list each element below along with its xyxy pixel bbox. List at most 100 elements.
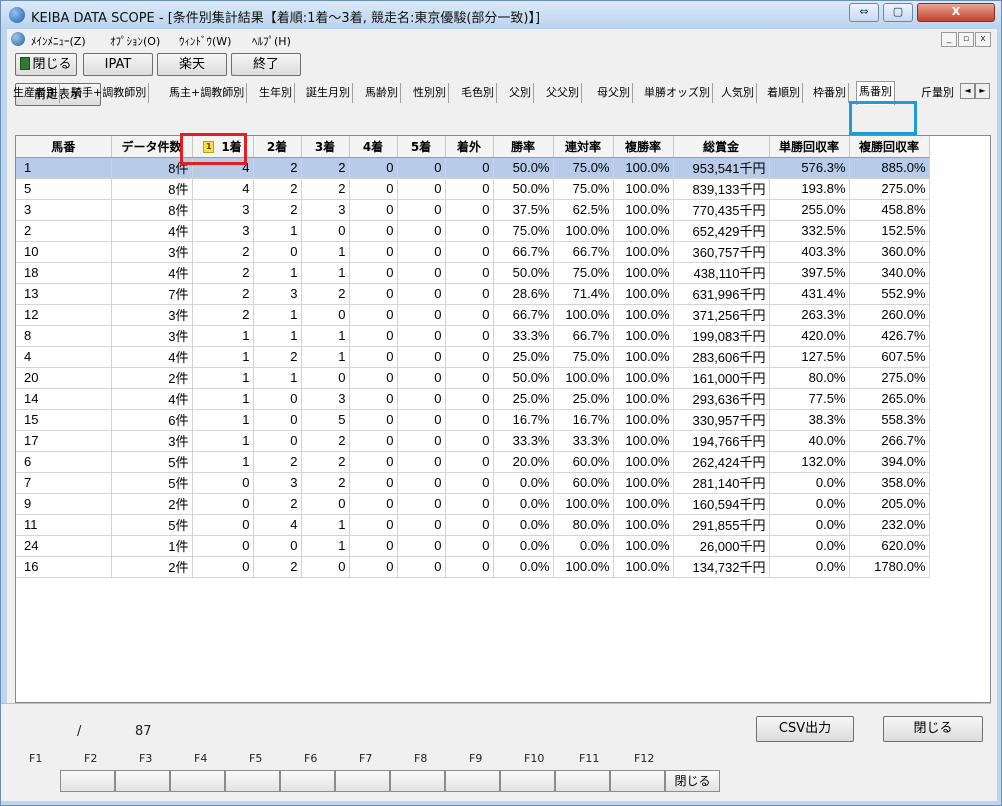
tab-dam-sire[interactable]: 母父別 [595,83,633,103]
table-cell: 3 [253,283,302,305]
col-win-rate[interactable]: 勝率 [493,136,554,158]
col-total-prize[interactable]: 総賞金 [673,136,770,158]
table-cell: 6 [16,451,112,473]
table-cell: 0 [445,556,494,578]
fkey-button[interactable] [60,770,115,792]
table-cell: 20 [16,367,112,389]
tab-coat-color[interactable]: 毛色別 [459,83,497,103]
table-cell: 0 [349,514,398,536]
tab-horse-number[interactable]: 馬番別 [856,81,895,105]
menu-options[interactable]: ｵﾌﾟｼｮﾝ(O) [110,33,160,49]
tab-finish[interactable]: 着順別 [765,83,803,103]
tab-popularity[interactable]: 人気別 [719,83,757,103]
menu-window[interactable]: ｳｨﾝﾄﾞｳ(W) [179,33,231,49]
mdi-restore-button[interactable]: ▫ [958,32,974,47]
tab-sex[interactable]: 性別別 [411,83,449,103]
table-row[interactable]: 4 4件 1 2 1 0 0 0 25.0% 75.0% 100.0% 283,606千円 127.5%… [16,346,930,368]
table-row[interactable]: 16 2件 0 2 0 0 0 0 0.0% 100.0% 100.0% 134,732千円 0.0% 1… [16,556,930,578]
fkey-button[interactable] [555,770,610,792]
tab-jockey-trainer[interactable]: 騎手+調教師別 [69,83,150,103]
fkey-button[interactable] [445,770,500,792]
menu-main[interactable]: ﾒｲﾝﾒﾆｭｰ(Z) [31,33,86,49]
tab-birth-year[interactable]: 生年別 [257,83,295,103]
fkey-button[interactable] [610,770,665,792]
fkey-button[interactable] [280,770,335,792]
mdi-close-button[interactable]: x [975,32,991,47]
fkey-button[interactable] [170,770,225,792]
table-row[interactable]: 6 5件 1 2 2 0 0 0 20.0% 60.0% 100.0% 262,424千円 132.0%… [16,451,930,473]
table-row[interactable]: 14 4件 1 0 3 0 0 0 25.0% 25.0% 100.0% 293,636千円 77.5%… [16,388,930,410]
table-cell: 2 [301,472,350,494]
table-cell: 0 [349,388,398,410]
tab-scroll-left-icon[interactable]: ◄ [960,83,975,99]
status-count: 87 [135,724,152,739]
table-row[interactable]: 8 3件 1 1 1 0 0 0 33.3% 66.7% 100.0% 199,083千円 420.0%… [16,325,930,347]
table-row[interactable]: 15 6件 1 0 5 0 0 0 16.7% 16.7% 100.0% 330,957千円 38.3%… [16,409,930,431]
table-row[interactable]: 9 2件 0 2 0 0 0 0 0.0% 100.0% 100.0% 160,594千円 0.0% 20… [16,493,930,515]
col-5th[interactable]: 5着 [397,136,446,158]
tab-age[interactable]: 馬齢別 [363,83,401,103]
table-cell: 2 [301,430,350,452]
table-row[interactable]: 2 4件 3 1 0 0 0 0 75.0% 100.0% 100.0% 652,429千円 332.5… [16,220,930,242]
tab-breeder[interactable]: 生産者別 [11,83,60,103]
fkey-button[interactable] [225,770,280,792]
col-data-count[interactable]: データ件数 [111,136,193,158]
close-window-button[interactable]: X [917,3,995,22]
col-3rd[interactable]: 3着 [301,136,350,158]
tab-sire-sire[interactable]: 父父別 [544,83,582,103]
table-cell: 0.0% [769,556,850,578]
tab-sire[interactable]: 父別 [507,83,534,103]
fkey-button[interactable] [390,770,445,792]
csv-export-button[interactable]: CSV出力 [756,716,854,742]
fkey-button[interactable] [500,770,555,792]
table-row[interactable]: 12 3件 2 1 0 0 0 0 66.7% 100.0% 100.0% 371,256千円 263.… [16,304,930,326]
tab-scroll-right-icon[interactable]: ► [975,83,990,99]
menu-help[interactable]: ﾍﾙﾌﾟ(H) [252,33,291,49]
maximize-button[interactable]: ▢ [883,3,913,22]
table-row[interactable]: 18 4件 2 1 1 0 0 0 50.0% 75.0% 100.0% 438,110千円 397.5… [16,262,930,284]
exit-button[interactable]: 終了 [231,53,301,76]
table-row[interactable]: 3 8件 3 2 3 0 0 0 37.5% 62.5% 100.0% 770,435千円 255.0%… [16,199,930,221]
table-cell: 5件 [111,451,193,473]
title-bar[interactable]: KEIBA DATA SCOPE - [条件別集計結果【着順:1着～3着, 競走… [1,1,1001,29]
table-row[interactable]: 24 1件 0 0 1 0 0 0 0.0% 0.0% 100.0% 26,000千円 0.0% 620.… [16,535,930,557]
fkey-button[interactable] [115,770,170,792]
col-4th[interactable]: 4着 [349,136,398,158]
sort-order-icon: 1 [203,141,215,154]
close-button[interactable]: 閉じる [883,716,983,742]
results-grid[interactable]: 馬番 データ件数 1 1着 2着 3着 4着 5着 着外 勝率 連対率 複勝率 総… [15,135,991,703]
table-row[interactable]: 1 8件 4 2 2 0 0 0 50.0% 75.0% 100.0% 953,541千円 576.3%… [16,157,930,179]
minimize-button[interactable]: ⇔ [849,3,879,22]
mdi-minimize-button[interactable]: _ [941,32,957,47]
table-row[interactable]: 7 5件 0 3 2 0 0 0 0.0% 60.0% 100.0% 281,140千円 0.0% 358… [16,472,930,494]
fkey-label: F11 [579,752,600,765]
ipat-button[interactable]: IPAT [83,53,153,76]
rakuten-button[interactable]: 楽天 [157,53,227,76]
col-2nd[interactable]: 2着 [253,136,302,158]
table-row[interactable]: 5 8件 4 2 2 0 0 0 50.0% 75.0% 100.0% 839,133千円 193.8%… [16,178,930,200]
tab-birth-month[interactable]: 誕生月別 [304,83,353,103]
fkey-button[interactable] [335,770,390,792]
col-1st[interactable]: 1 1着 [192,136,254,158]
tab-frame-number[interactable]: 枠番別 [811,83,849,103]
col-show-return[interactable]: 複勝回収率 [849,136,930,158]
table-row[interactable]: 13 7件 2 3 2 0 0 0 28.6% 71.4% 100.0% 631,996千円 431.4… [16,283,930,305]
tab-owner-trainer[interactable]: 馬主+調教師別 [167,83,248,103]
toolbar-close-button[interactable]: 閉じる [15,53,77,76]
tab-weight[interactable]: 斤量別 [919,83,956,103]
col-horse-number[interactable]: 馬番 [16,136,112,158]
table-row[interactable]: 11 5件 0 4 1 0 0 0 0.0% 80.0% 100.0% 291,855千円 0.0% 23… [16,514,930,536]
table-cell: 2 [301,178,350,200]
table-row[interactable]: 17 3件 1 0 2 0 0 0 33.3% 33.3% 100.0% 194,766千円 40.0%… [16,430,930,452]
table-cell: 100.0% [613,178,674,200]
tab-win-odds[interactable]: 単勝オッズ別 [642,83,713,103]
col-show-rate[interactable]: 複勝率 [613,136,674,158]
table-cell: 2 [192,262,254,284]
col-quinella-rate[interactable]: 連対率 [553,136,614,158]
fkey-button[interactable]: 閉じる [665,770,720,792]
col-outside[interactable]: 着外 [445,136,494,158]
table-cell: 100.0% [613,157,674,179]
table-row[interactable]: 20 2件 1 1 0 0 0 0 50.0% 100.0% 100.0% 161,000千円 80.0… [16,367,930,389]
table-row[interactable]: 10 3件 2 0 1 0 0 0 66.7% 66.7% 100.0% 360,757千円 403.3… [16,241,930,263]
col-win-return[interactable]: 単勝回収率 [769,136,850,158]
